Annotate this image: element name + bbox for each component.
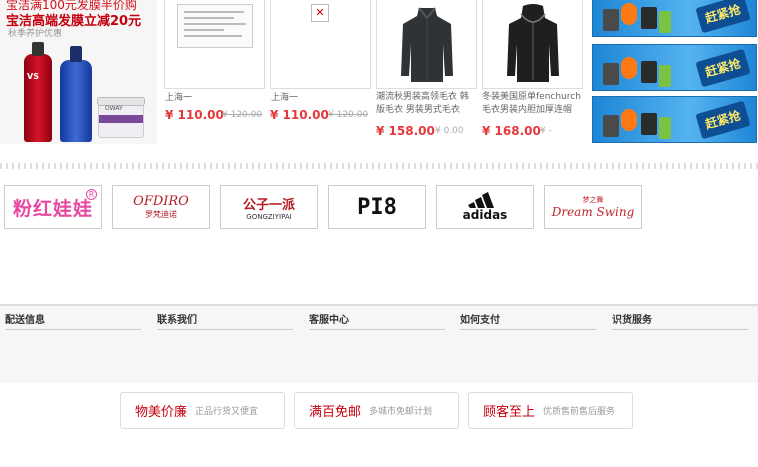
service-subtitle: 优质售前售后服务 [543,407,616,417]
brand-subname: GONGZIYIPAI [246,212,292,221]
product-old-price: ¥ 120.00 [328,110,369,120]
product-price: ¥ 110.00 [270,108,329,122]
hair-mask-jar-image: OWAY [97,97,145,138]
product-title[interactable]: 潮流秋男装高领毛衣 韩版毛衣 男装男式毛衣 [376,91,474,117]
black-hoodie-image [507,4,559,82]
info-column-goods-service[interactable]: 识货服务 [612,311,748,330]
grab-ad-banner[interactable]: 赶紧抢 [592,96,757,143]
brand-logo-dream-swing[interactable]: 梦之舞 Dream Swing [544,185,642,229]
promo-line-3: 秋季养护优惠 [8,29,63,39]
service-box-free-shipping[interactable]: 满百免邮 多城市免邮计划 [294,392,459,429]
product-card[interactable] [376,0,477,89]
bottle-brand-label: VS [27,72,39,81]
product-card[interactable] [164,0,265,89]
grab-ad-label: 赶紧抢 [695,0,751,34]
brand-logo-gongziyipai[interactable]: 公子一派 GONGZIYIPAI [220,185,318,229]
product-price: ¥ 110.00 [165,108,224,122]
product-title[interactable]: 上海一 [165,90,260,103]
black-sweater-image [401,7,453,82]
service-subtitle: 正品行货又便宜 [195,407,259,417]
product-old-price: ¥ - [540,126,552,136]
brand-logo-pi8[interactable]: PI8 [328,185,426,229]
grab-ad-label: 赶紧抢 [695,48,751,88]
product-old-price: ¥ 0.00 [435,126,464,136]
brand-name: Dream Swing [551,205,635,219]
product-price: ¥ 158.00 [376,124,435,138]
info-column-delivery[interactable]: 配送信息 [5,311,141,330]
product-card[interactable] [482,0,583,89]
brand-subname: 梦之舞 [582,196,604,204]
conditioner-bottle-image [60,46,92,142]
brand-name: 粉红娃娃 [12,197,93,220]
brand-name: 公子一派 [242,197,295,213]
brand-logo-fenhong[interactable]: 粉红娃娃 R [4,185,102,229]
brand-name: PI8 [357,194,397,220]
jar-label: OWAY [105,105,123,112]
info-column-payment[interactable]: 如何支付 [460,311,596,330]
brand-name: adidas [462,208,508,222]
brand-logo-ofdiro[interactable]: OFDIRO 罗梵迪诺 [112,185,210,229]
product-old-price: ¥ 120.00 [222,110,263,120]
brand-name: OFDIRO [133,194,189,209]
brand-logo-adidas[interactable]: adidas [436,185,534,229]
broken-image-icon: ✕ [311,4,329,22]
info-column-contact[interactable]: 联系我们 [157,311,293,330]
service-subtitle: 多城市免邮计划 [369,407,433,417]
product-title[interactable]: 冬装美国原单fenchurch毛衣男装内胆加厚连帽 [482,91,582,117]
adidas-stripes-icon [468,192,494,208]
grab-ad-banner[interactable]: 赶紧抢 [592,44,757,91]
grab-ad-label: 赶紧抢 [695,100,751,140]
product-card[interactable]: ✕ [270,0,371,89]
service-title: 满百免邮 [309,405,362,420]
shampoo-bottle-image: VS [24,42,52,142]
section-divider [0,163,758,169]
service-title: 物美价廉 [135,405,188,420]
service-title: 顾客至上 [483,405,536,420]
brand-subname: 罗梵迪诺 [145,210,177,219]
service-box-customer-first[interactable]: 顾客至上 优质售前售后服务 [468,392,633,429]
product-title[interactable]: 上海一 [271,90,366,103]
service-box-value[interactable]: 物美价廉 正品行货又便宜 [120,392,285,429]
product-price: ¥ 168.00 [482,124,541,138]
promo-banner[interactable]: 宝洁满100元发膜半价购 宝洁高端发膜立减20元 秋季养护优惠 VS OWAY [0,0,157,144]
grab-ad-banner[interactable]: 赶紧抢 [592,0,757,37]
document-thumbnail-image [177,4,253,48]
info-column-service-center[interactable]: 客服中心 [309,311,445,330]
